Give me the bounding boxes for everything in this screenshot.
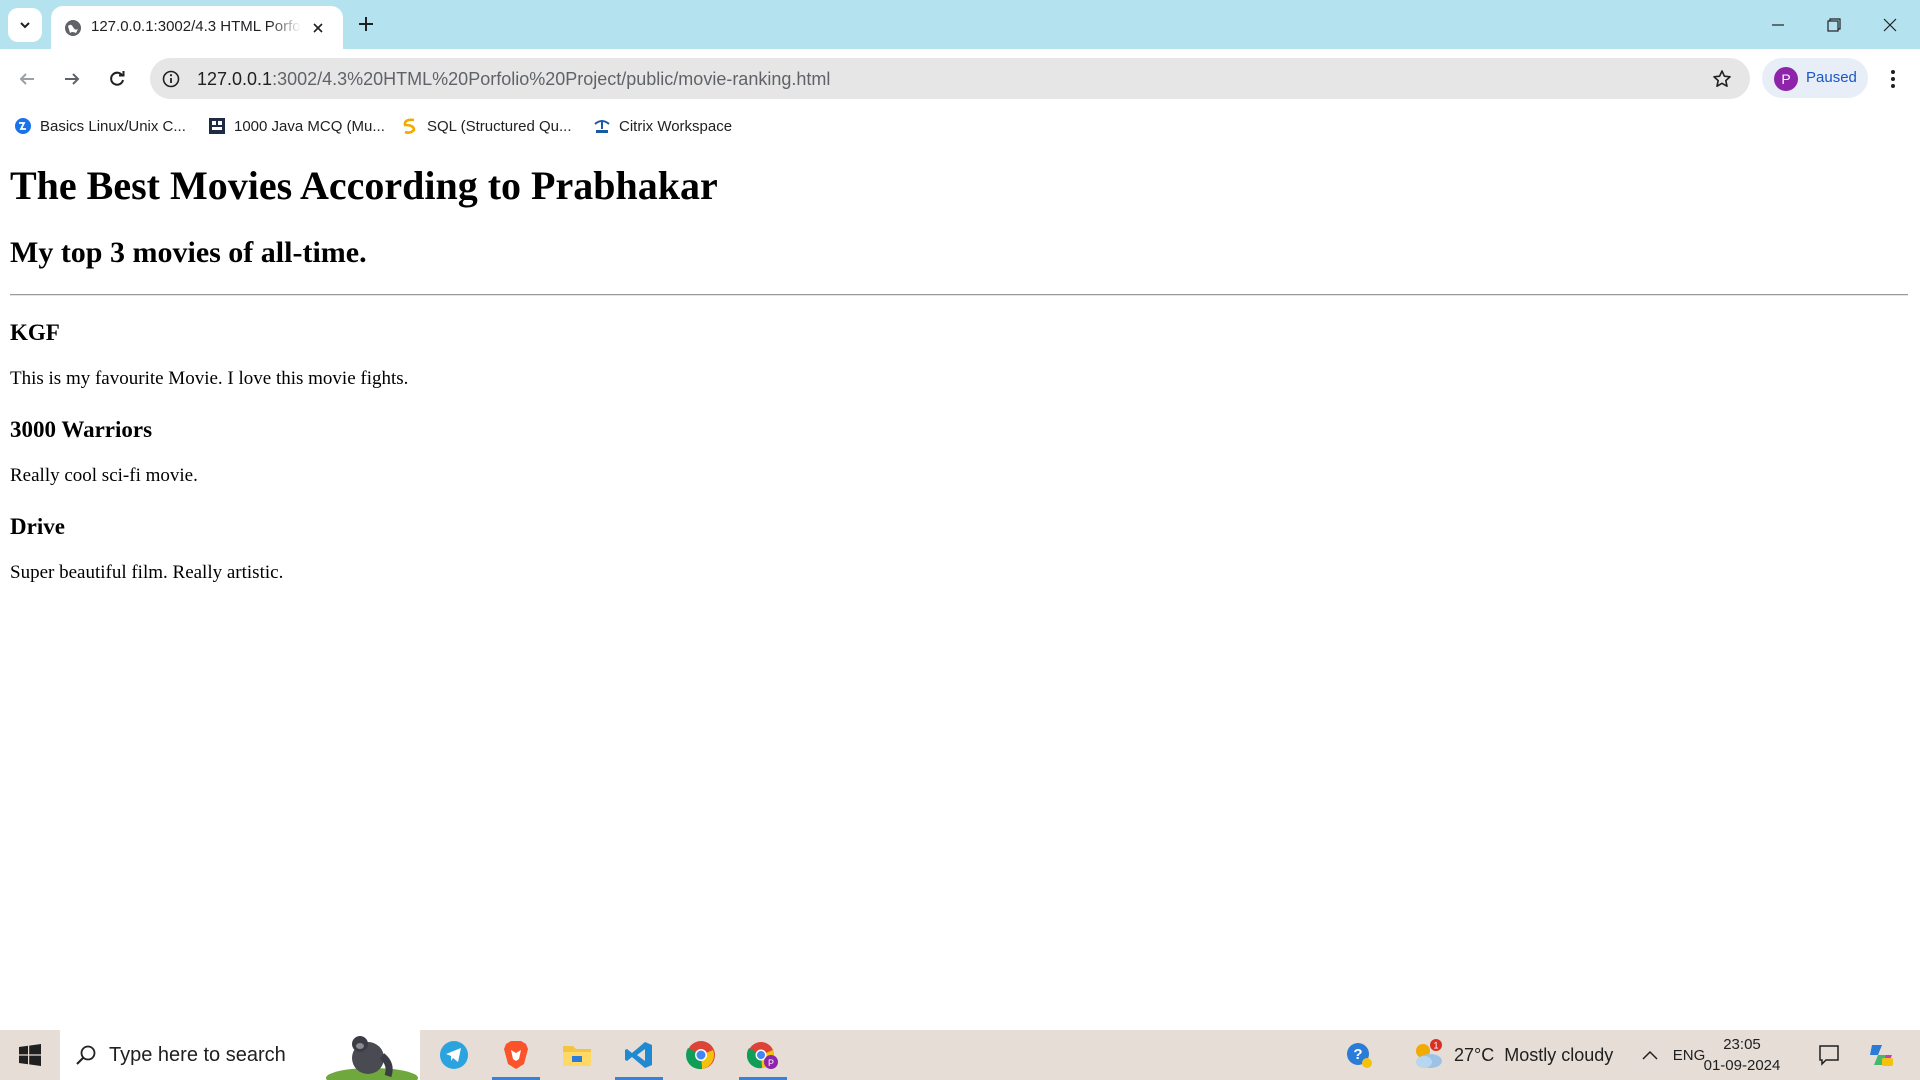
- weather-badge: 1: [1433, 1041, 1438, 1051]
- telegram-icon: [440, 1041, 468, 1069]
- movie-title: KGF: [10, 320, 60, 345]
- clock-time: 23:05: [1723, 1036, 1761, 1053]
- minimize-button[interactable]: [1750, 0, 1806, 49]
- help-icon: ?: [1347, 1043, 1372, 1068]
- taskbar-app-vscode[interactable]: [609, 1030, 669, 1080]
- page-title: The Best Movies According to Prabhakar: [10, 163, 718, 208]
- profile-button[interactable]: P Paused: [1762, 58, 1868, 98]
- restore-icon: [1827, 17, 1841, 32]
- bookmark-item[interactable]: 1000 Java MCQ (Mu...: [208, 114, 385, 138]
- start-button[interactable]: [0, 1030, 60, 1080]
- plus-icon: [359, 17, 373, 31]
- address-bar[interactable]: 127.0.0.1:3002/4.3%20HTML%20Porfolio%20P…: [150, 58, 1750, 99]
- movie-description: This is my favourite Movie. I love this …: [10, 368, 409, 389]
- brave-icon: [504, 1041, 528, 1069]
- system-clock[interactable]: 23:05 01-09-2024: [1700, 1034, 1784, 1078]
- sql-icon: [401, 117, 419, 135]
- tab-title: 127.0.0.1:3002/4.3 HTML Porfolio Project…: [91, 18, 301, 35]
- taskbar-app-telegram[interactable]: [424, 1030, 484, 1080]
- notifications-button[interactable]: [1812, 1030, 1846, 1080]
- bookmark-label: Citrix Workspace: [619, 117, 733, 135]
- tab-strip: 127.0.0.1:3002/4.3 HTML Porfolio Project…: [0, 0, 1920, 49]
- arrow-right-icon: [65, 73, 80, 85]
- divider: [10, 294, 1908, 296]
- star-icon: [1713, 70, 1731, 87]
- movie-title: Drive: [10, 514, 65, 539]
- tab-close-button[interactable]: [308, 18, 328, 38]
- site-info-button[interactable]: [160, 68, 182, 90]
- bookmark-item[interactable]: Citrix Workspace: [593, 114, 732, 138]
- bookmark-label: SQL (Structured Qu...: [427, 117, 572, 135]
- url-host: 127.0.0.1: [197, 69, 273, 89]
- svg-text:?: ?: [1353, 1046, 1362, 1063]
- browser-toolbar: 127.0.0.1:3002/4.3%20HTML%20Porfolio%20P…: [0, 49, 1920, 108]
- active-tab[interactable]: 127.0.0.1:3002/4.3 HTML Porfolio Project…: [51, 6, 343, 49]
- close-window-button[interactable]: [1862, 0, 1918, 49]
- search-icon: [76, 1045, 96, 1065]
- chevron-down-icon: [20, 22, 30, 29]
- bookmark-star-button[interactable]: [1710, 67, 1734, 91]
- taskbar-app-file-explorer[interactable]: [547, 1030, 607, 1080]
- taskbar: Type here to search P ? 1 27°C Mostly cl…: [0, 1030, 1920, 1080]
- movie-title: 3000 Warriors: [10, 417, 153, 442]
- reload-icon: [110, 71, 125, 86]
- help-tray-icon[interactable]: ?: [1342, 1030, 1376, 1080]
- file-explorer-icon: [563, 1046, 591, 1066]
- vscode-icon: [625, 1042, 652, 1068]
- weather-condition: Mostly cloudy: [1504, 1044, 1614, 1065]
- back-button[interactable]: [11, 63, 43, 95]
- svg-text:P: P: [768, 1058, 774, 1068]
- chevron-up-icon: [1642, 1050, 1658, 1060]
- weather-temp: 27°C: [1454, 1044, 1495, 1065]
- chrome-profile-icon: P: [747, 1042, 778, 1069]
- tab-search-button[interactable]: [8, 8, 42, 42]
- gorilla-search-highlight-icon: [326, 1036, 418, 1080]
- show-hidden-icons-button[interactable]: [1636, 1030, 1664, 1080]
- minimize-icon: [1772, 23, 1784, 26]
- more-vertical-icon: [1891, 70, 1895, 88]
- taskbar-app-brave[interactable]: [486, 1030, 546, 1080]
- chrome-icon: [686, 1041, 715, 1070]
- copilot-button[interactable]: [1862, 1030, 1898, 1080]
- close-icon: [1883, 18, 1897, 31]
- new-tab-button[interactable]: [354, 12, 378, 36]
- movie-description: Super beautiful film. Really artistic.: [10, 562, 284, 583]
- bookmarks-bar: Basics Linux/Unix C... 1000 Java MCQ (Mu…: [0, 108, 1920, 144]
- url-text[interactable]: 127.0.0.1:3002/4.3%20HTML%20Porfolio%20P…: [197, 68, 830, 90]
- restore-button[interactable]: [1806, 0, 1862, 49]
- chat-bubble-icon: [1819, 1045, 1839, 1066]
- bookmark-item[interactable]: Basics Linux/Unix C...: [14, 114, 186, 138]
- globe-blue-icon: [14, 117, 32, 135]
- reload-button[interactable]: [101, 63, 133, 95]
- clock-date: 01-09-2024: [1703, 1057, 1781, 1074]
- globe-icon: [65, 20, 81, 36]
- cloudy-weather-icon: 1: [1416, 1039, 1442, 1068]
- weather-widget[interactable]: 1 27°C Mostly cloudy: [1410, 1030, 1620, 1080]
- windows-icon: [19, 1044, 41, 1066]
- browser-menu-button[interactable]: [1878, 63, 1908, 95]
- url-path: :3002/4.3%20HTML%20Porfolio%20Project/pu…: [272, 69, 831, 89]
- bookmark-label: 1000 Java MCQ (Mu...: [234, 117, 385, 135]
- taskbar-app-chrome[interactable]: [671, 1030, 731, 1080]
- taskbar-app-chrome-profile[interactable]: P: [733, 1030, 793, 1080]
- search-placeholder: Type here to search: [109, 1044, 286, 1066]
- sanfoundry-icon: [208, 117, 226, 135]
- avatar: P: [1774, 67, 1798, 91]
- info-icon: [162, 70, 180, 88]
- bookmark-label: Basics Linux/Unix C...: [40, 117, 186, 135]
- close-icon: [313, 23, 323, 33]
- copilot-icon: [1870, 1045, 1893, 1066]
- bookmark-item[interactable]: SQL (Structured Qu...: [401, 114, 572, 138]
- page-subtitle: My top 3 movies of all-time.: [10, 236, 367, 269]
- profile-status: Paused: [1806, 69, 1857, 86]
- tata-icon: [593, 117, 611, 135]
- forward-button[interactable]: [56, 63, 88, 95]
- movie-description: Really cool sci-fi movie.: [10, 465, 198, 486]
- taskbar-search[interactable]: Type here to search: [60, 1030, 420, 1080]
- arrow-left-icon: [19, 73, 34, 85]
